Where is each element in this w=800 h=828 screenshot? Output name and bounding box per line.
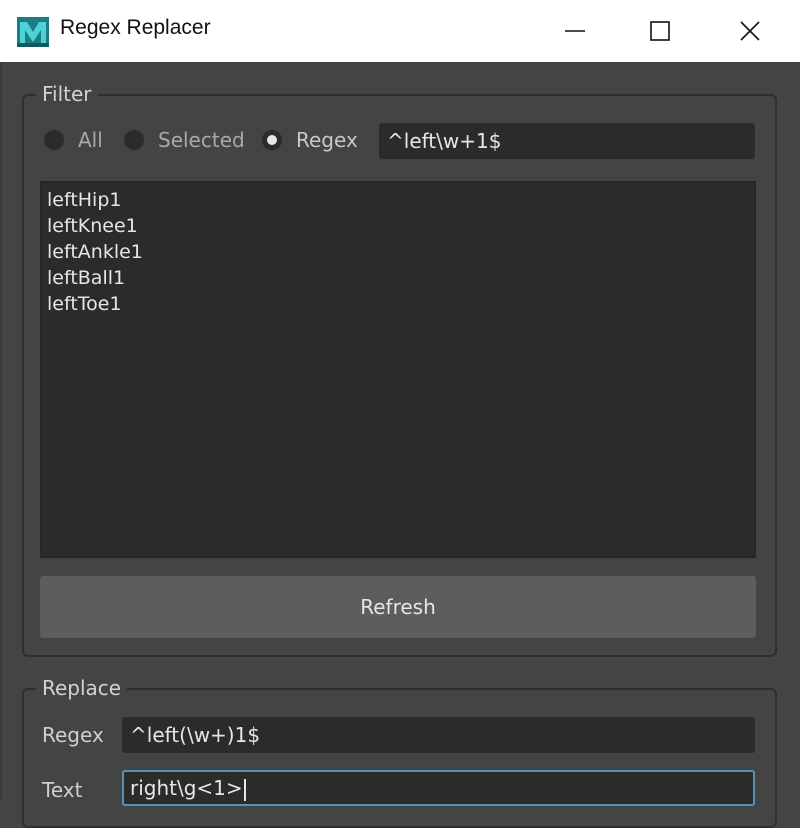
close-button[interactable]	[705, 0, 795, 62]
replace-text-input[interactable]: right\g<1>	[122, 770, 755, 806]
replace-regex-input[interactable]: ^left(\w+)1$	[122, 717, 755, 753]
window-title: Regex Replacer	[60, 16, 211, 39]
list-item[interactable]: leftAnkle1	[47, 239, 749, 265]
list-item[interactable]: leftKnee1	[47, 213, 749, 239]
maya-app-icon	[17, 17, 49, 47]
filtered-items-list[interactable]: leftHip1 leftKnee1 leftAnkle1 leftBall1 …	[40, 181, 756, 558]
replace-regex-label: Regex	[42, 723, 104, 747]
radio-all-label: All	[78, 128, 103, 152]
radio-selected-indicator[interactable]	[124, 130, 144, 150]
list-item[interactable]: leftHip1	[47, 187, 749, 213]
radio-regex[interactable]: Regex	[262, 128, 358, 152]
radio-selected[interactable]: Selected	[124, 128, 245, 152]
radio-regex-indicator[interactable]	[262, 130, 282, 150]
list-item[interactable]: leftToe1	[47, 291, 749, 317]
filter-legend: Filter	[36, 82, 98, 106]
close-icon	[740, 21, 760, 41]
replace-group: Replace	[22, 676, 777, 828]
radio-all[interactable]: All	[44, 128, 103, 152]
filter-regex-input[interactable]: ^left\w+1$	[379, 123, 755, 159]
text-caret	[243, 778, 246, 801]
minimize-icon	[565, 30, 585, 32]
list-item[interactable]: leftBall1	[47, 265, 749, 291]
maximize-button[interactable]	[615, 0, 705, 62]
maximize-icon	[650, 21, 670, 41]
radio-selected-label: Selected	[158, 128, 245, 152]
radio-regex-label: Regex	[296, 128, 358, 152]
minimize-button[interactable]	[530, 0, 620, 62]
replace-text-value: right\g<1>	[130, 776, 243, 800]
replace-text-label: Text	[42, 778, 83, 802]
title-bar: Regex Replacer	[0, 0, 800, 62]
refresh-button[interactable]: Refresh	[40, 576, 756, 638]
radio-all-indicator[interactable]	[44, 130, 64, 150]
replace-legend: Replace	[36, 676, 128, 700]
